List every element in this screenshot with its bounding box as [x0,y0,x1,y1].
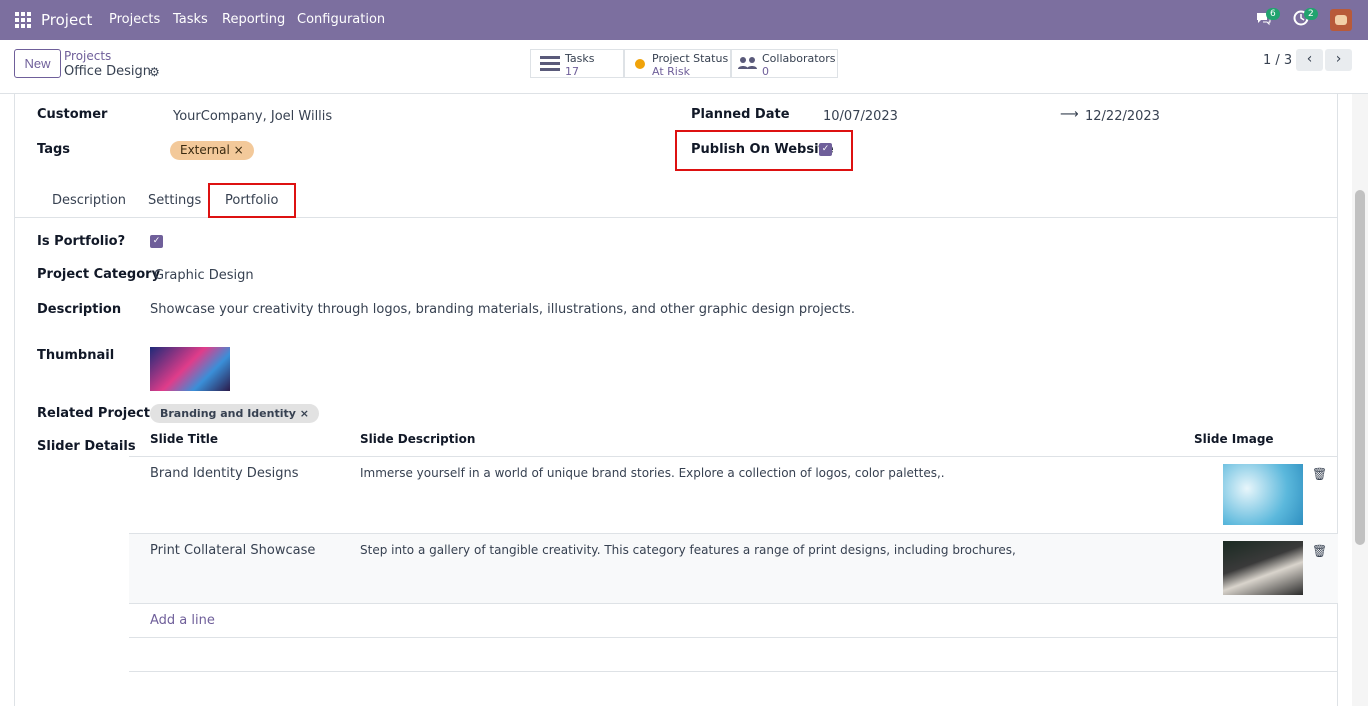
gear-icon[interactable]: ⚙ [149,65,160,79]
tab-settings[interactable]: Settings [148,193,201,208]
status-stat-value: At Risk [652,65,690,78]
breadcrumb-current: Office Design [64,64,151,79]
messages-badge: 6 [1266,8,1280,20]
tab-description[interactable]: Description [52,193,126,208]
planned-start-field[interactable]: 10/07/2023 [823,109,898,124]
planned-date-label: Planned Date [691,107,790,122]
tag-remove-icon[interactable]: × [234,143,244,157]
row1-description[interactable]: Immerse yourself in a world of unique br… [360,466,945,480]
apps-menu-icon[interactable] [15,12,31,28]
tag-related-project[interactable]: Branding and Identity × [150,404,319,423]
menu-tasks[interactable]: Tasks [173,12,208,27]
divider [129,603,1338,604]
status-stat-label: Project Status [652,52,729,65]
tag-remove-icon[interactable]: × [300,407,309,420]
publish-checkbox[interactable]: ✓ [819,143,832,156]
is-portfolio-label: Is Portfolio? [37,234,126,249]
collab-stat-value: 0 [762,65,769,78]
tasks-stat-label: Tasks [565,52,595,65]
publish-label: Publish On Website [691,142,834,157]
row2-title[interactable]: Print Collateral Showcase [150,543,315,558]
row2-slide-image[interactable] [1223,541,1303,595]
activity-clock-icon[interactable]: 2 [1293,8,1318,30]
menu-projects[interactable]: Projects [109,12,160,27]
col-slide-title[interactable]: Slide Title [150,432,218,446]
thumbnail-label: Thumbnail [37,348,115,363]
is-portfolio-checkbox[interactable]: ✓ [150,235,163,248]
tags-label: Tags [37,142,71,157]
tab-portfolio[interactable]: Portfolio [225,193,278,208]
pager-previous-button[interactable]: ‹ [1296,49,1323,71]
divider [129,637,1338,638]
row2-description[interactable]: Step into a gallery of tangible creativi… [360,543,1016,557]
activity-badge: 2 [1304,8,1318,20]
control-panel: New Projects Office Design ⚙ Tasks 17 Pr… [0,40,1368,94]
thumbnail-image[interactable] [150,347,230,391]
project-status-button[interactable]: Project Status At Risk [624,49,731,78]
description-label: Description [37,302,122,317]
menu-configuration[interactable]: Configuration [297,12,385,27]
project-category-label: Project Category [37,267,161,282]
row1-slide-image[interactable] [1223,464,1303,525]
new-button[interactable]: New [14,49,61,78]
project-category-field[interactable]: Graphic Design [154,268,254,283]
related-projects-label: Related Projects [37,406,158,421]
breadcrumb-projects[interactable]: Projects [64,49,111,63]
user-avatar[interactable] [1330,9,1352,31]
status-dot-icon [635,59,645,69]
menu-reporting[interactable]: Reporting [222,12,285,27]
divider [129,456,1338,457]
tag-related-label: Branding and Identity [160,407,296,420]
arrow-right-icon: ⟶ [1060,107,1079,122]
description-field[interactable]: Showcase your creativity through logos, … [150,302,855,317]
tasks-icon [540,56,560,71]
tag-external-label: External [180,143,230,157]
col-slide-image[interactable]: Slide Image [1194,432,1274,446]
add-a-line-link[interactable]: Add a line [150,613,215,628]
trash-icon[interactable]: 🗑 [1312,544,1327,558]
scrollbar-thumb[interactable] [1355,190,1365,545]
col-slide-description[interactable]: Slide Description [360,432,475,446]
users-icon [738,57,757,69]
slider-details-label: Slider Details [37,439,136,454]
messages-icon[interactable]: 6 [1255,8,1280,30]
row1-title[interactable]: Brand Identity Designs [150,466,298,481]
customer-label: Customer [37,107,108,122]
tasks-stat-value: 17 [565,65,579,78]
pager-value[interactable]: 1 / 3 [1263,53,1292,68]
tag-external[interactable]: External × [170,141,254,160]
collab-stat-label: Collaborators [762,52,836,65]
customer-field[interactable]: YourCompany, Joel Willis [173,109,332,124]
app-name[interactable]: Project [41,11,92,29]
divider [129,671,1338,672]
main-navbar: Project Projects Tasks Reporting Configu… [0,0,1368,40]
trash-icon[interactable]: 🗑 [1312,467,1327,481]
tasks-stat-button[interactable]: Tasks 17 [530,49,624,78]
planned-end-field[interactable]: 12/22/2023 [1085,109,1160,124]
collaborators-button[interactable]: Collaborators 0 [731,49,838,78]
pager-next-button[interactable]: › [1325,49,1352,71]
